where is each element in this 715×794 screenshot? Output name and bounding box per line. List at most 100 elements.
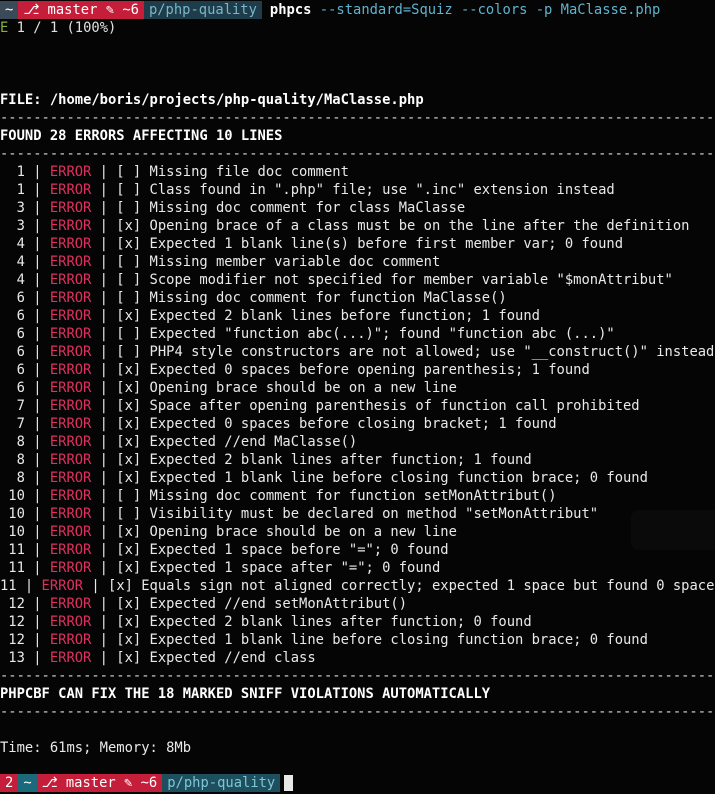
shell-prompt-current: 2 ~ ⎇ master ✎ ~6 p/php-quality <box>0 774 715 792</box>
error-fixable-flag: [x] <box>116 470 142 486</box>
column-separator: | <box>24 596 50 612</box>
terminal-window[interactable]: ~ ⎇ master ✎ ~6 p/php-quality phpcs --st… <box>0 0 715 794</box>
column-separator: | <box>24 488 50 504</box>
error-level: ERROR <box>49 470 92 486</box>
error-level: ERROR <box>49 632 92 648</box>
column-separator: | <box>91 218 117 234</box>
error-fixable-flag: [x] <box>116 650 142 666</box>
error-level: ERROR <box>49 650 92 666</box>
column-separator: | <box>91 164 117 180</box>
error-row: 4 | ERROR | [ ] Missing member variable … <box>0 253 715 271</box>
error-fixable-flag: [x] <box>116 416 142 432</box>
pencil-icon: ✎ <box>105 2 114 18</box>
error-message: Space after opening parenthesis of funct… <box>149 398 640 414</box>
error-line-number: 11 <box>8 542 25 558</box>
column-separator: | <box>91 182 117 198</box>
column-separator: | <box>91 362 117 378</box>
error-message: Opening brace should be on a new line <box>149 524 457 540</box>
column-separator: | <box>24 398 50 414</box>
column-separator: | <box>91 650 117 666</box>
error-fixable-flag: [ ] <box>116 488 142 504</box>
error-row: 1 | ERROR | [ ] Missing file doc comment <box>0 163 715 181</box>
error-fixable-flag: [x] <box>116 218 142 234</box>
error-level: ERROR <box>49 254 92 270</box>
prompt-git-segment: ⎇ master ✎ ~6 <box>36 774 163 792</box>
report-found-count: FOUND 28 ERRORS AFFECTING 10 LINES <box>0 128 283 144</box>
command-name: phpcs <box>269 2 312 18</box>
error-line-number: 13 <box>8 650 25 666</box>
column-separator: | <box>24 524 50 540</box>
text-cursor[interactable] <box>284 775 294 791</box>
prompt-home-segment: ~ <box>0 1 19 19</box>
column-separator: | <box>91 236 117 252</box>
error-message: Missing doc comment for function MaClass… <box>149 290 507 306</box>
error-level: ERROR <box>49 164 92 180</box>
error-message: Expected 0 spaces before opening parenth… <box>149 362 590 378</box>
error-row: 3 | ERROR | [ ] Missing doc comment for … <box>0 199 715 217</box>
error-row: 12 | ERROR | [x] Expected 1 blank line b… <box>0 631 715 649</box>
error-message: Expected "function abc(...)"; found "fun… <box>149 326 615 342</box>
error-fixable-flag: [x] <box>116 308 142 324</box>
error-fixable-flag: [ ] <box>116 200 142 216</box>
error-message: Class found in ".php" file; use ".inc" e… <box>149 182 615 198</box>
column-separator: | <box>24 434 50 450</box>
error-level: ERROR <box>49 326 92 342</box>
error-fixable-flag: [x] <box>116 398 142 414</box>
error-line-number: 12 <box>8 614 25 630</box>
error-message: Expected 0 spaces before closing bracket… <box>149 416 557 432</box>
error-message: Missing doc comment for class MaClasse <box>149 200 466 216</box>
column-separator: | <box>24 200 50 216</box>
error-message: Equals sign not aligned correctly; expec… <box>141 578 715 594</box>
column-separator: | <box>91 254 117 270</box>
error-message: Expected 1 blank line before closing fun… <box>149 470 648 486</box>
column-separator: | <box>24 290 50 306</box>
error-line-number: 8 <box>16 470 25 486</box>
error-row: 1 | ERROR | [ ] Class found in ".php" fi… <box>0 181 715 199</box>
error-line-number: 3 <box>16 200 25 216</box>
error-fixable-flag: [x] <box>116 452 142 468</box>
error-fixable-flag: [ ] <box>116 290 142 306</box>
error-line-number: 7 <box>16 398 25 414</box>
error-row: 10 | ERROR | [ ] Visibility must be decl… <box>0 505 715 523</box>
error-row: 11 | ERROR | [x] Expected 1 space before… <box>0 541 715 559</box>
error-fixable-flag: [x] <box>108 578 133 594</box>
column-separator: | <box>24 182 50 198</box>
report-divider: ----------------------------------------… <box>0 704 715 720</box>
error-line-number: 10 <box>8 488 25 504</box>
shell-prompt: ~ ⎇ master ✎ ~6 p/php-quality phpcs --st… <box>0 1 715 19</box>
prompt-exit-code: 2 <box>0 774 19 792</box>
error-row: 4 | ERROR | [ ] Scope modifier not speci… <box>0 271 715 289</box>
error-list: 1 | ERROR | [ ] Missing file doc comment… <box>0 163 715 667</box>
error-fixable-flag: [ ] <box>116 272 142 288</box>
error-level: ERROR <box>49 542 92 558</box>
error-line-number: 8 <box>16 434 25 450</box>
error-message: PHP4 style constructors are not allowed;… <box>149 344 715 360</box>
error-level: ERROR <box>49 236 92 252</box>
prompt-branch-name: master <box>47 2 98 18</box>
error-message: Expected 1 blank line(s) before first me… <box>149 236 623 252</box>
column-separator: | <box>24 362 50 378</box>
error-row: 6 | ERROR | [ ] PHP4 style constructors … <box>0 343 715 361</box>
error-message: Expected 1 space before "="; 0 found <box>149 542 449 558</box>
pencil-icon: ✎ <box>124 775 133 791</box>
error-line-number: 3 <box>16 218 25 234</box>
prompt-branch-name: master <box>65 775 116 791</box>
column-separator: | <box>24 650 50 666</box>
error-level: ERROR <box>49 488 92 504</box>
column-separator: | <box>91 524 117 540</box>
error-level: ERROR <box>49 290 92 306</box>
report-fix-summary: PHPCBF CAN FIX THE 18 MARKED SNIFF VIOLA… <box>0 686 491 702</box>
column-separator: | <box>83 578 109 594</box>
error-fixable-flag: [ ] <box>116 344 142 360</box>
